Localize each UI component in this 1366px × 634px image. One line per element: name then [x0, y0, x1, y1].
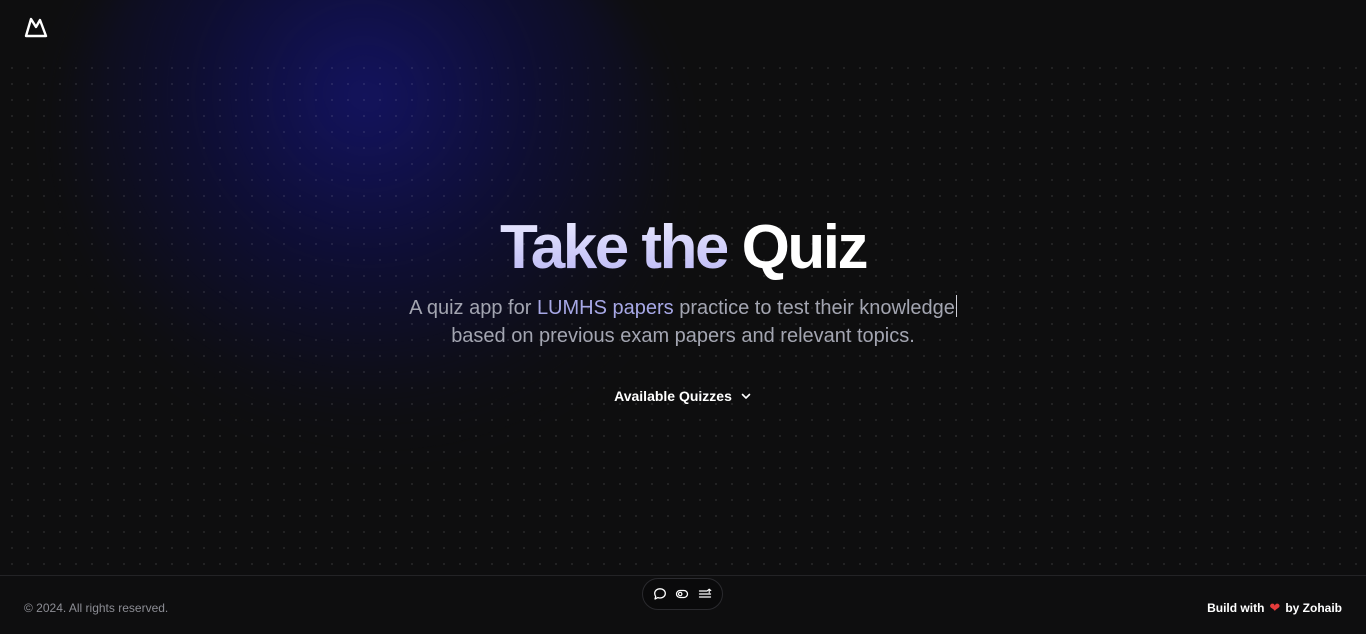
built-with-credit: Build with ❤ by Zohaib — [1207, 601, 1342, 615]
copyright-text: © 2024. All rights reserved. — [24, 601, 169, 615]
toggle-icon — [676, 589, 689, 599]
available-quizzes-label: Available Quizzes — [614, 388, 732, 404]
mountain-logo-icon — [24, 17, 48, 38]
menu-button[interactable] — [695, 584, 715, 604]
page: Take the Quiz A quiz app for LUMHS paper… — [0, 0, 1366, 634]
menu-list-icon — [698, 588, 712, 598]
subtitle-text: A quiz app for — [409, 297, 537, 319]
page-title: Take the Quiz — [0, 210, 1366, 286]
floating-dock — [642, 578, 723, 610]
theme-toggle-button[interactable] — [672, 584, 692, 604]
title-part-gradient: Take the — [499, 213, 729, 282]
built-suffix: by Zohaib — [1285, 601, 1342, 615]
hero-subtitle: A quiz app for LUMHS papers practice to … — [373, 294, 993, 350]
subtitle-text-continued: practice to test their knowledge — [673, 297, 955, 319]
text-caret — [955, 295, 957, 317]
title-part-white: Quiz — [741, 213, 869, 282]
built-prefix: Build with — [1207, 601, 1265, 615]
hero-section: Take the Quiz A quiz app for LUMHS paper… — [0, 210, 1366, 408]
logo-link[interactable] — [24, 16, 48, 38]
available-quizzes-button[interactable]: Available Quizzes — [614, 384, 752, 408]
subtitle-highlight: LUMHS papers — [536, 297, 674, 319]
chevron-down-icon — [741, 393, 751, 399]
heart-icon: ❤ — [1269, 600, 1281, 615]
subtitle-line-2: based on previous exam papers and releva… — [451, 325, 915, 347]
chat-bubble-icon — [654, 588, 667, 600]
chat-button[interactable] — [650, 584, 670, 604]
